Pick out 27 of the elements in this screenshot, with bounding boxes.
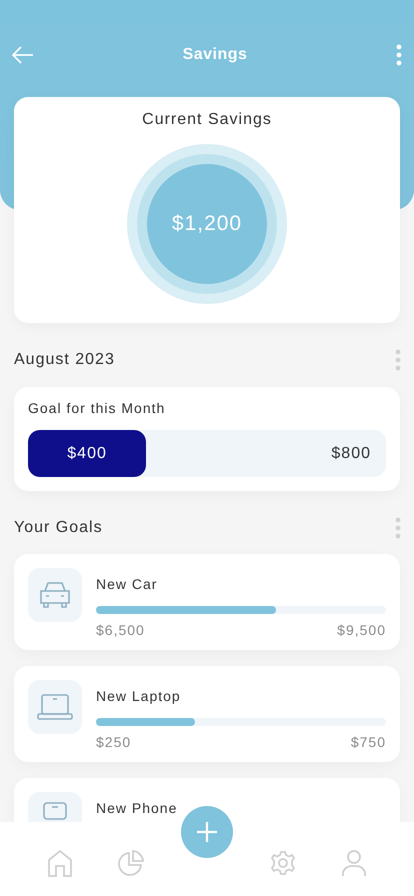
savings-amount: $1,200 (172, 212, 242, 236)
saved-amount: $250 (96, 734, 132, 750)
goal-name: New Phone (96, 800, 178, 816)
home-icon[interactable] (46, 849, 73, 877)
target-amount: $800 (331, 444, 371, 462)
pie-chart-icon[interactable] (117, 849, 146, 877)
laptop-icon (37, 692, 73, 722)
saved-amount: $400 (67, 444, 107, 462)
section-title: Your Goals (14, 519, 103, 537)
saved-amount: $6,500 (96, 622, 145, 638)
card-title: Current Savings (142, 111, 272, 129)
car-icon (38, 580, 72, 610)
more-options-icon[interactable] (395, 517, 401, 539)
goal-name: New Car (96, 576, 158, 592)
phone-icon (43, 802, 67, 820)
target-amount: $750 (350, 734, 386, 750)
target-amount: $9,500 (337, 622, 386, 638)
screen-title: Savings (182, 46, 248, 64)
more-options-icon[interactable] (396, 44, 402, 66)
back-arrow-icon[interactable] (12, 46, 34, 64)
section-title: August 2023 (14, 351, 115, 369)
plus-icon (196, 821, 218, 843)
profile-icon[interactable] (341, 849, 368, 877)
more-options-icon[interactable] (395, 349, 401, 371)
goal-label: Goal for this Month (28, 400, 166, 416)
settings-icon[interactable] (270, 850, 296, 876)
goal-name: New Laptop (96, 688, 182, 704)
